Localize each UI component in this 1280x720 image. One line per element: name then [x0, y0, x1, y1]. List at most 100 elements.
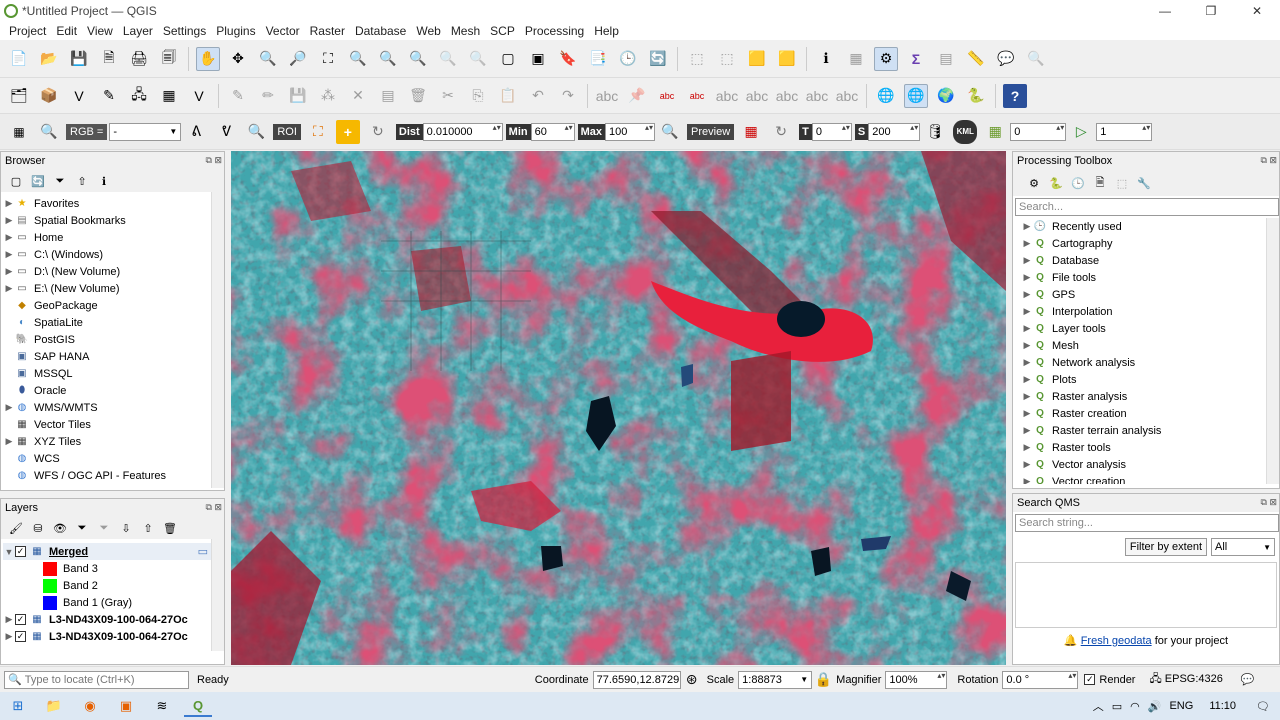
fresh-geodata-link[interactable]: Fresh geodata	[1081, 635, 1152, 647]
messages-icon[interactable]: 💬	[1241, 673, 1255, 686]
min-input[interactable]: 60	[530, 122, 575, 141]
pan-to-selection-icon[interactable]: ✥	[226, 47, 250, 71]
rgb-combo[interactable]: - ▼	[109, 122, 182, 141]
expand-arrow-icon[interactable]: ▶	[3, 232, 15, 243]
toggle-extents-icon[interactable]: ⊛	[684, 668, 700, 692]
scp-band-set-icon[interactable]: ▦	[983, 120, 1007, 144]
settings-gear-icon[interactable]: ⚙	[874, 46, 898, 71]
scp-redo-icon[interactable]: ↻	[366, 120, 390, 144]
collapse-all-layers-icon[interactable]: ⇧	[139, 519, 157, 537]
identify-icon[interactable]: ℹ	[814, 47, 838, 71]
expand-arrow-icon[interactable]: ▶	[3, 215, 15, 226]
add-spatialite-icon[interactable]: 🖧	[127, 84, 151, 108]
browser-item[interactable]: ▶ ▭ C:\ (Windows)	[3, 246, 224, 263]
scp-roi-add-icon[interactable]: +	[335, 119, 360, 144]
collapse-all-icon[interactable]: ⇧	[73, 172, 91, 190]
annotation-icon[interactable]: 🔍	[1024, 47, 1048, 71]
processing-provider-item[interactable]: ▶ Q Raster terrain analysis	[1021, 422, 1279, 439]
menu-vector[interactable]: Vector	[261, 24, 305, 38]
processing-provider-item[interactable]: ▶ Q Cartography	[1021, 235, 1279, 252]
menu-mesh[interactable]: Mesh	[446, 24, 485, 38]
quickmapservices-icon[interactable]: 🌍	[934, 84, 958, 108]
python-console-icon[interactable]: 🐍	[964, 84, 988, 108]
s-input[interactable]: 200	[868, 122, 921, 141]
processing-options-icon[interactable]: 🔧	[1135, 174, 1153, 192]
modify-attributes-icon[interactable]: ▤	[376, 84, 400, 108]
processing-provider-item[interactable]: ▶ Q Raster tools	[1021, 439, 1279, 456]
qms-filter-select[interactable]: All ▼	[1211, 538, 1275, 556]
data-source-manager-icon[interactable]: 🗂	[7, 84, 31, 108]
minimize-button[interactable]: —	[1142, 0, 1188, 22]
crs-button[interactable]: 🖧 EPSG:4326	[1149, 670, 1222, 689]
browser-item[interactable]: ▣ MSSQL	[3, 365, 224, 382]
scp-zoom-preview-icon[interactable]: 🔍	[658, 120, 682, 144]
new-3d-view-icon[interactable]: ▣	[526, 47, 550, 71]
scp-reload-icon[interactable]: ↻	[769, 120, 793, 144]
processing-provider-item[interactable]: ▶ Q Mesh	[1021, 337, 1279, 354]
file-explorer-icon[interactable]: 📁	[40, 695, 68, 717]
lock-scale-icon[interactable]: 🔒	[814, 668, 831, 692]
scp-roi-draw-icon[interactable]: ⛶	[306, 120, 330, 144]
magnifier-input[interactable]: 100%	[885, 670, 948, 689]
menu-settings[interactable]: Settings	[158, 24, 211, 38]
windows-start-icon[interactable]: ⊞	[4, 695, 32, 717]
measure-icon[interactable]: 📏	[964, 47, 988, 71]
remove-layer-icon[interactable]: 🗑	[161, 519, 179, 537]
statistics-sigma-icon[interactable]: Σ	[904, 47, 928, 71]
menu-layer[interactable]: Layer	[118, 24, 158, 38]
processing-provider-item[interactable]: ▶ Q Database	[1021, 252, 1279, 269]
zoom-native-icon[interactable]: 🔍	[406, 47, 430, 71]
browser-item[interactable]: ▣ SAP HANA	[3, 348, 224, 365]
wifi-icon[interactable]: ◠	[1130, 700, 1140, 713]
scp-remove-temp-icon[interactable]: 🛢	[923, 120, 947, 144]
max-input[interactable]: 100	[605, 122, 656, 141]
scale-combo[interactable]: 1:88873 ▼	[738, 670, 813, 689]
label-change-icon[interactable]: abc	[775, 84, 799, 108]
processing-provider-item[interactable]: ▶ Q Raster analysis	[1021, 388, 1279, 405]
deselect-icon[interactable]: 🟨	[745, 47, 769, 71]
browser-item[interactable]: ◍ WCS	[3, 450, 224, 467]
filter-by-extent-button[interactable]: Filter by extent	[1124, 538, 1207, 556]
scp-preview-icon[interactable]: ▦	[739, 120, 763, 144]
cut-icon[interactable]: ✂	[436, 84, 460, 108]
layer-item[interactable]: Band 1 (Gray)	[3, 594, 224, 611]
layer-visibility-checkbox[interactable]: ✓	[15, 546, 26, 557]
menu-scp[interactable]: SCP	[485, 24, 520, 38]
save-project-icon[interactable]: 💾	[67, 47, 91, 71]
rotation-input[interactable]: 0.0 °	[1002, 670, 1079, 689]
browser-item[interactable]: ▶ ▭ E:\ (New Volume)	[3, 280, 224, 297]
new-geopackage-icon[interactable]: 📦	[37, 84, 61, 108]
select-by-value-icon[interactable]: ⬚	[715, 47, 739, 71]
select-features-icon[interactable]: ⬚	[685, 47, 709, 71]
redo-icon[interactable]: ↷	[556, 84, 580, 108]
map-canvas[interactable]	[231, 151, 1006, 665]
browser-item[interactable]: ◐ SpatiaLite	[3, 314, 224, 331]
processing-provider-item[interactable]: ▶ Q Layer tools	[1021, 320, 1279, 337]
label-rotate-icon[interactable]: abc	[745, 84, 769, 108]
processing-provider-item[interactable]: ▶ Q File tools	[1021, 269, 1279, 286]
expand-arrow-icon[interactable]: ▶	[3, 198, 15, 209]
add-group-icon[interactable]: ⛁	[29, 519, 47, 537]
dist-input[interactable]: 0.010000	[422, 122, 503, 141]
firefox-icon[interactable]: ◉	[76, 695, 104, 717]
history-icon[interactable]: 🕒	[1069, 174, 1087, 192]
add-delimited-text-icon[interactable]: ✎	[97, 84, 121, 108]
locator-input[interactable]: 🔍 Type to locate (Ctrl+K)	[4, 670, 189, 689]
menu-edit[interactable]: Edit	[51, 24, 82, 38]
clock[interactable]: 11:10	[1209, 700, 1236, 712]
expand-arrow-icon[interactable]: ▶	[3, 436, 15, 447]
save-as-icon[interactable]: 🗎	[97, 47, 121, 71]
maximize-button[interactable]: ❐	[1188, 0, 1234, 22]
zoom-selection-icon[interactable]: 🔍	[346, 47, 370, 71]
menu-plugins[interactable]: Plugins	[211, 24, 260, 38]
zoom-in-icon[interactable]: 🔍	[256, 47, 280, 71]
processing-provider-item[interactable]: ▶ Q Network analysis	[1021, 354, 1279, 371]
vertex-tool-icon[interactable]: ✕	[346, 84, 370, 108]
select-location-icon[interactable]: 🟨	[775, 47, 799, 71]
processing-provider-item[interactable]: ▶ Q Vector analysis	[1021, 456, 1279, 473]
processing-provider-item[interactable]: ▶ 🕒 Recently used	[1021, 218, 1279, 235]
print-layout-icon[interactable]: 🖨	[127, 47, 151, 71]
edit-features-inplace-icon[interactable]: ⬚	[1113, 174, 1131, 192]
browser-item[interactable]: ▶ ★ Favorites	[3, 195, 224, 212]
expand-all-icon[interactable]: ⇩	[117, 519, 135, 537]
